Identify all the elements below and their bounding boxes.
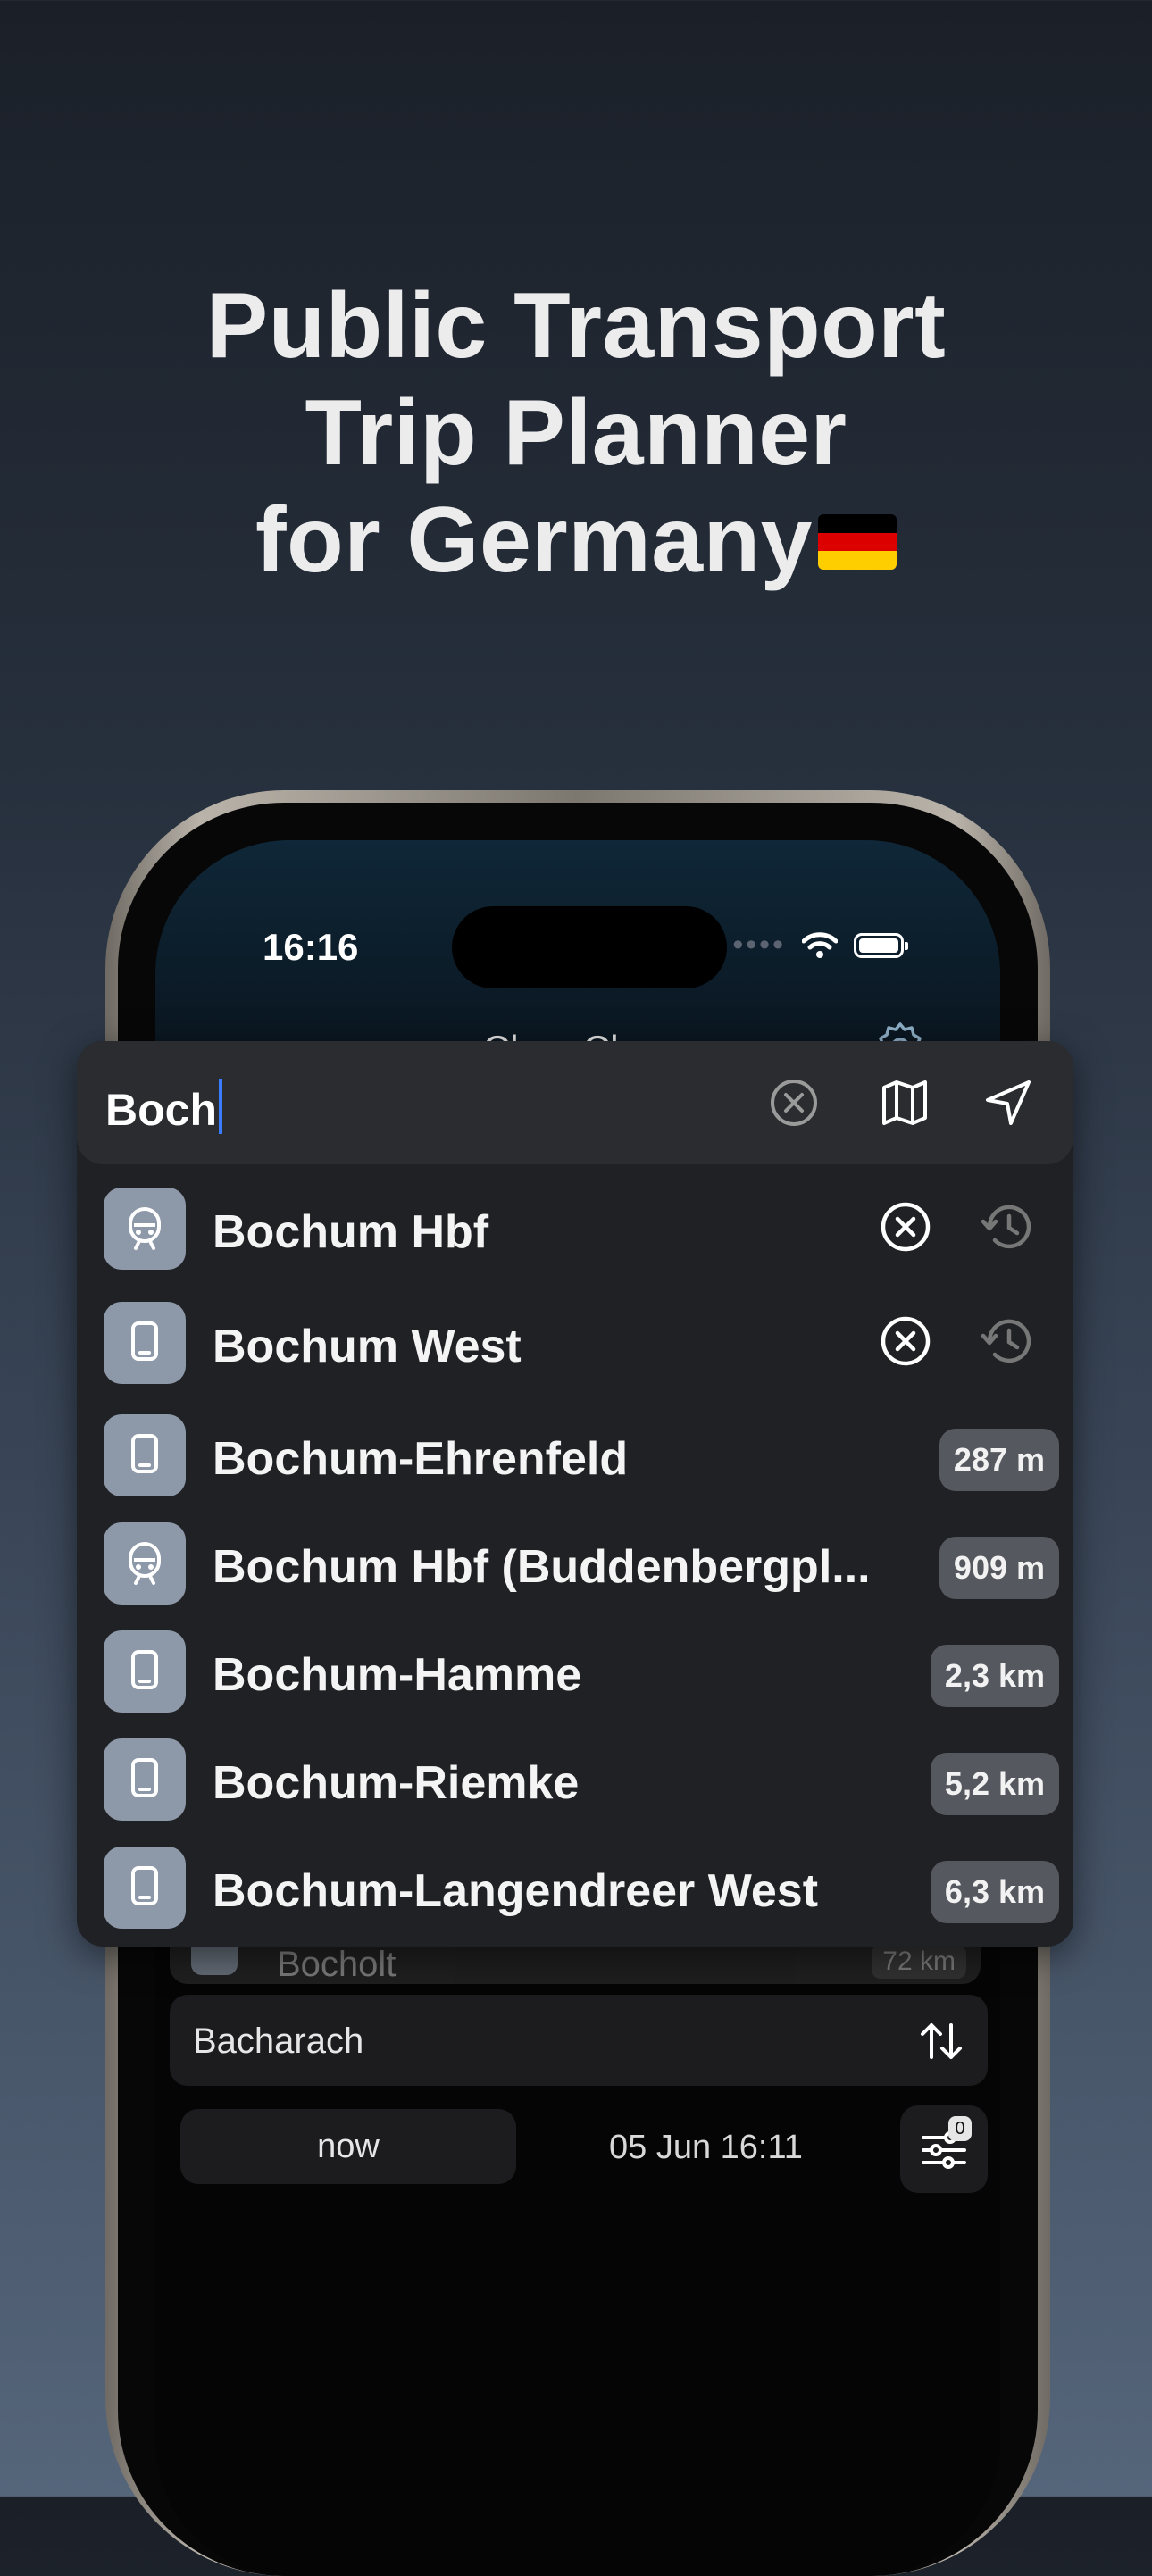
phone-stop-icon [104, 1630, 186, 1713]
train-front-icon [104, 1522, 186, 1605]
search-input[interactable]: Boch [105, 1079, 222, 1136]
result-item-label: Bochum-Hamme [213, 1649, 582, 1701]
wifi-icon [802, 931, 838, 958]
search-value: Boch [105, 1085, 217, 1135]
phone-stop-icon [104, 1738, 186, 1821]
recent-item[interactable]: Bochum Hbf [77, 1171, 1073, 1280]
signal-dots-icon: •••• [732, 928, 786, 962]
swap-icon[interactable] [918, 2018, 964, 2064]
train-front-icon [104, 1188, 186, 1270]
headline: Public Transport Trip Planner for German… [0, 272, 1152, 594]
distance-badge: 6,3 km [930, 1861, 1059, 1923]
result-item-label: Bochum-Ehrenfeld [213, 1433, 629, 1485]
result-item[interactable]: Bochum-Hamme 2,3 km [77, 1614, 1073, 1723]
now-button[interactable]: now [180, 2109, 516, 2184]
recent-item-label: Bochum Hbf [213, 1206, 489, 1258]
status-icons: •••• [732, 928, 908, 963]
result-item-label: Bochum-Langendreer West [213, 1865, 819, 1917]
search-panel: Boch Bochum Hbf Bochum West Bochum-Ehren… [77, 1041, 1073, 1947]
filter-count-badge: 0 [948, 2116, 972, 2141]
dynamic-island [452, 906, 727, 988]
phone-stop-icon [104, 1302, 186, 1384]
distance-badge: 5,2 km [930, 1753, 1059, 1815]
status-time: 16:16 [263, 926, 359, 968]
clear-search-icon[interactable] [766, 1075, 822, 1130]
recent-item-label: Bochum West [213, 1321, 522, 1372]
distance-badge: 2,3 km [930, 1645, 1059, 1707]
history-icon [981, 1319, 1031, 1363]
filter-button[interactable]: 0 [900, 2105, 988, 2193]
remove-recent-icon[interactable] [877, 1198, 934, 1255]
phone-stop-icon [104, 1414, 186, 1496]
result-item[interactable]: Bochum Hbf (Buddenbergpl... 909 m [77, 1506, 1073, 1615]
result-item[interactable]: Bochum-Riemke 5,2 km [77, 1722, 1073, 1831]
datetime-label[interactable]: 05 Jun 16:11 [609, 2129, 803, 2167]
search-bar: Boch [77, 1041, 1073, 1164]
destination-label: Bacharach [193, 2022, 364, 2061]
destination-field[interactable]: Bacharach [170, 1995, 988, 2086]
remove-recent-icon[interactable] [877, 1313, 934, 1370]
distance-badge: 72 km [872, 1945, 966, 1979]
battery-icon [854, 932, 908, 958]
history-icon [981, 1205, 1031, 1249]
headline-line-3: for Germany [255, 488, 813, 592]
text-caret [219, 1079, 222, 1134]
list-item-label: Bocholt [277, 1945, 397, 1984]
headline-line-2: Trip Planner [305, 381, 847, 485]
distance-badge: 287 m [939, 1429, 1059, 1491]
german-flag-icon [817, 514, 897, 570]
result-item[interactable]: Bochum-Ehrenfeld 287 m [77, 1398, 1073, 1507]
result-item[interactable]: Bochum-Langendreer West 6,3 km [77, 1830, 1073, 1939]
phone-stop-icon [104, 1847, 186, 1929]
recent-item[interactable]: Bochum West [77, 1286, 1073, 1395]
location-arrow-icon[interactable] [981, 1075, 1036, 1130]
distance-badge: 909 m [939, 1537, 1059, 1599]
map-icon[interactable] [877, 1075, 932, 1130]
headline-line-3-wrap: for Germany [0, 487, 1152, 594]
result-item-label: Bochum-Riemke [213, 1757, 580, 1809]
result-item-label: Bochum Hbf (Buddenbergpl... [213, 1541, 871, 1593]
headline-line-1: Public Transport [205, 274, 947, 378]
